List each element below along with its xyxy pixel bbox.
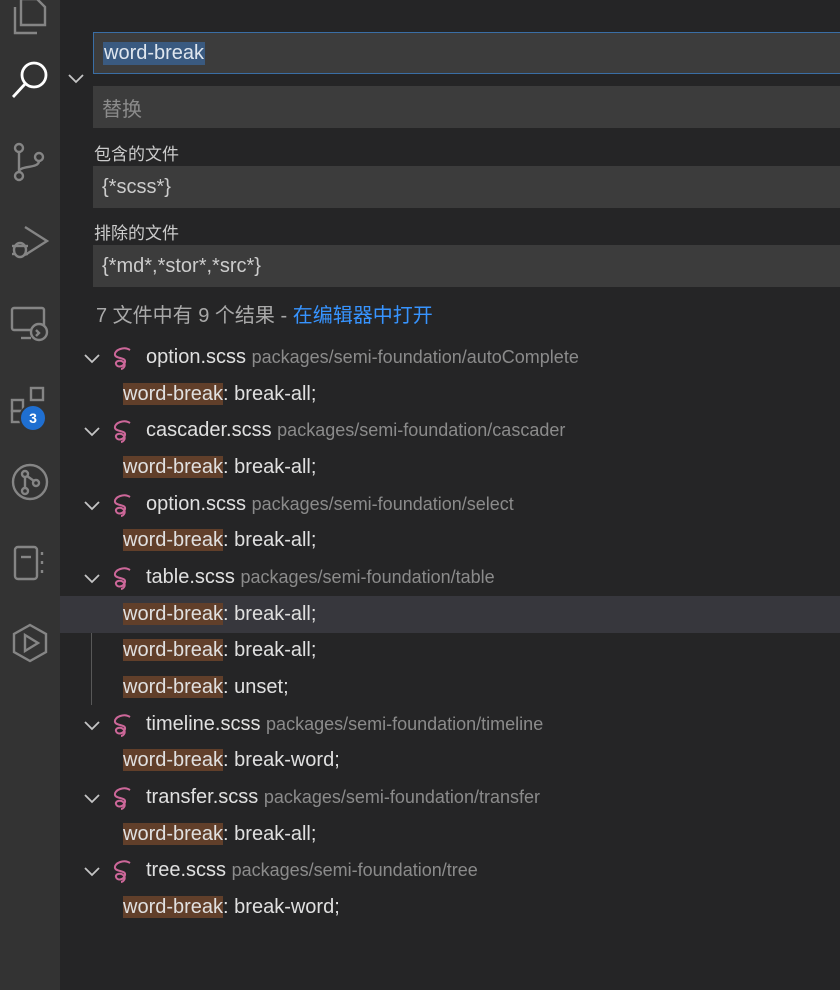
- result-file-name: transfer.scss: [146, 786, 259, 808]
- chevron-down-icon[interactable]: [82, 568, 102, 588]
- sass-file-icon: [113, 567, 131, 590]
- extensions-badge: 3: [19, 404, 47, 432]
- result-match-row[interactable]: word-break: break-all;: [60, 816, 840, 853]
- match-rest-text: : break-all;: [223, 639, 317, 661]
- match-highlight: word-break: [123, 896, 224, 918]
- result-match-row[interactable]: word-break: break-all;: [60, 632, 840, 669]
- remote-explorer-icon[interactable]: [0, 293, 60, 353]
- chevron-down-icon[interactable]: [82, 788, 102, 808]
- sass-file-icon: [113, 420, 131, 443]
- search-query-text: word-break: [103, 41, 206, 65]
- live-share-icon[interactable]: [0, 613, 60, 673]
- match-highlight: word-break: [123, 456, 224, 478]
- result-file-row[interactable]: table.scss packages/semi-foundation/tabl…: [60, 559, 840, 596]
- result-match-row[interactable]: word-break: break-all;: [60, 449, 840, 486]
- run-debug-icon[interactable]: [0, 212, 60, 272]
- files-to-include-value: {*scss*}: [102, 175, 171, 198]
- result-file-name: option.scss: [146, 493, 247, 515]
- chevron-down-icon[interactable]: [82, 495, 102, 515]
- result-match-row[interactable]: word-break: break-word;: [60, 889, 840, 926]
- match-highlight: word-break: [123, 383, 224, 405]
- replace-placeholder: 替换: [102, 98, 142, 121]
- match-highlight: word-break: [123, 529, 224, 551]
- replace-input[interactable]: 替换: [93, 86, 840, 128]
- notebook-icon[interactable]: [0, 533, 60, 593]
- result-file-path: packages/semi-foundation/timeline: [266, 714, 544, 734]
- result-file-name: cascader.scss: [146, 419, 272, 441]
- sass-file-icon: [113, 494, 131, 517]
- results-summary-text: 7 文件中有 9 个结果 -: [96, 305, 293, 327]
- result-file-path: packages/semi-foundation/transfer: [263, 787, 540, 807]
- toggle-replace-chevron-icon[interactable]: [66, 68, 86, 88]
- result-file-name: option.scss: [146, 346, 247, 368]
- chevron-down-icon[interactable]: [82, 861, 102, 881]
- sass-file-icon: [113, 787, 131, 810]
- result-file-row[interactable]: transfer.scss packages/semi-foundation/t…: [60, 779, 840, 816]
- result-file-path: packages/semi-foundation/cascader: [277, 420, 566, 440]
- result-file-name: table.scss: [146, 566, 235, 588]
- search-panel: word-break 替换 包含的文件 {*scss*} 排除的文件 {*md*…: [60, 0, 840, 990]
- match-rest-text: : break-word;: [223, 749, 340, 771]
- match-rest-text: : break-all;: [223, 823, 317, 845]
- result-file-row[interactable]: option.scss packages/semi-foundation/sel…: [60, 486, 840, 523]
- chevron-down-icon[interactable]: [82, 715, 102, 735]
- files-to-include-input[interactable]: {*scss*}: [93, 166, 840, 208]
- result-file-row[interactable]: timeline.scss packages/semi-foundation/t…: [60, 706, 840, 743]
- results-summary: 7 文件中有 9 个结果 - 在编辑器中打开: [96, 299, 433, 328]
- match-rest-text: : unset;: [223, 676, 289, 698]
- search-input[interactable]: word-break: [93, 32, 840, 74]
- chevron-down-icon[interactable]: [82, 348, 102, 368]
- files-to-exclude-input[interactable]: {*md*,*stor*,*src*}: [93, 245, 840, 287]
- result-file-row[interactable]: option.scss packages/semi-foundation/aut…: [60, 339, 840, 376]
- files-to-include-label: 包含的文件: [94, 145, 179, 164]
- explorer-icon[interactable]: [0, 0, 60, 46]
- result-match-row[interactable]: word-break: break-all;: [60, 376, 840, 413]
- result-file-path: packages/semi-foundation/tree: [231, 860, 478, 880]
- result-file-name: timeline.scss: [146, 713, 261, 735]
- match-highlight: word-break: [123, 639, 224, 661]
- match-rest-text: : break-all;: [223, 603, 317, 625]
- result-match-row[interactable]: word-break: break-all;: [60, 522, 840, 559]
- result-file-path: packages/semi-foundation/autoComplete: [251, 347, 579, 367]
- chevron-down-icon[interactable]: [82, 421, 102, 441]
- result-match-row[interactable]: word-break: break-word;: [60, 742, 840, 779]
- files-to-exclude-value: {*md*,*stor*,*src*}: [102, 254, 261, 277]
- search-icon[interactable]: [0, 50, 60, 110]
- match-rest-text: : break-all;: [223, 529, 317, 551]
- result-file-path: packages/semi-foundation/table: [240, 567, 495, 587]
- activity-bar: 3: [0, 0, 60, 990]
- files-to-exclude-label: 排除的文件: [94, 224, 179, 243]
- result-file-row[interactable]: tree.scss packages/semi-foundation/tree: [60, 852, 840, 889]
- match-rest-text: : break-all;: [223, 456, 317, 478]
- result-match-row[interactable]: word-break: break-all;: [60, 596, 840, 633]
- git-graph-icon[interactable]: [0, 452, 60, 512]
- match-highlight: word-break: [123, 749, 224, 771]
- sass-file-icon: [113, 714, 131, 737]
- sass-file-icon: [113, 860, 131, 883]
- result-file-row[interactable]: cascader.scss packages/semi-foundation/c…: [60, 412, 840, 449]
- result-file-path: packages/semi-foundation/select: [251, 494, 514, 514]
- open-in-editor-link[interactable]: 在编辑器中打开: [293, 305, 433, 327]
- source-control-icon[interactable]: [0, 132, 60, 192]
- result-file-name: tree.scss: [146, 859, 227, 881]
- match-rest-text: : break-word;: [223, 896, 340, 918]
- sass-file-icon: [113, 347, 131, 370]
- match-rest-text: : break-all;: [223, 383, 317, 405]
- match-highlight: word-break: [123, 823, 224, 845]
- match-highlight: word-break: [123, 676, 224, 698]
- match-highlight: word-break: [123, 603, 224, 625]
- result-match-row[interactable]: word-break: unset;: [60, 669, 840, 706]
